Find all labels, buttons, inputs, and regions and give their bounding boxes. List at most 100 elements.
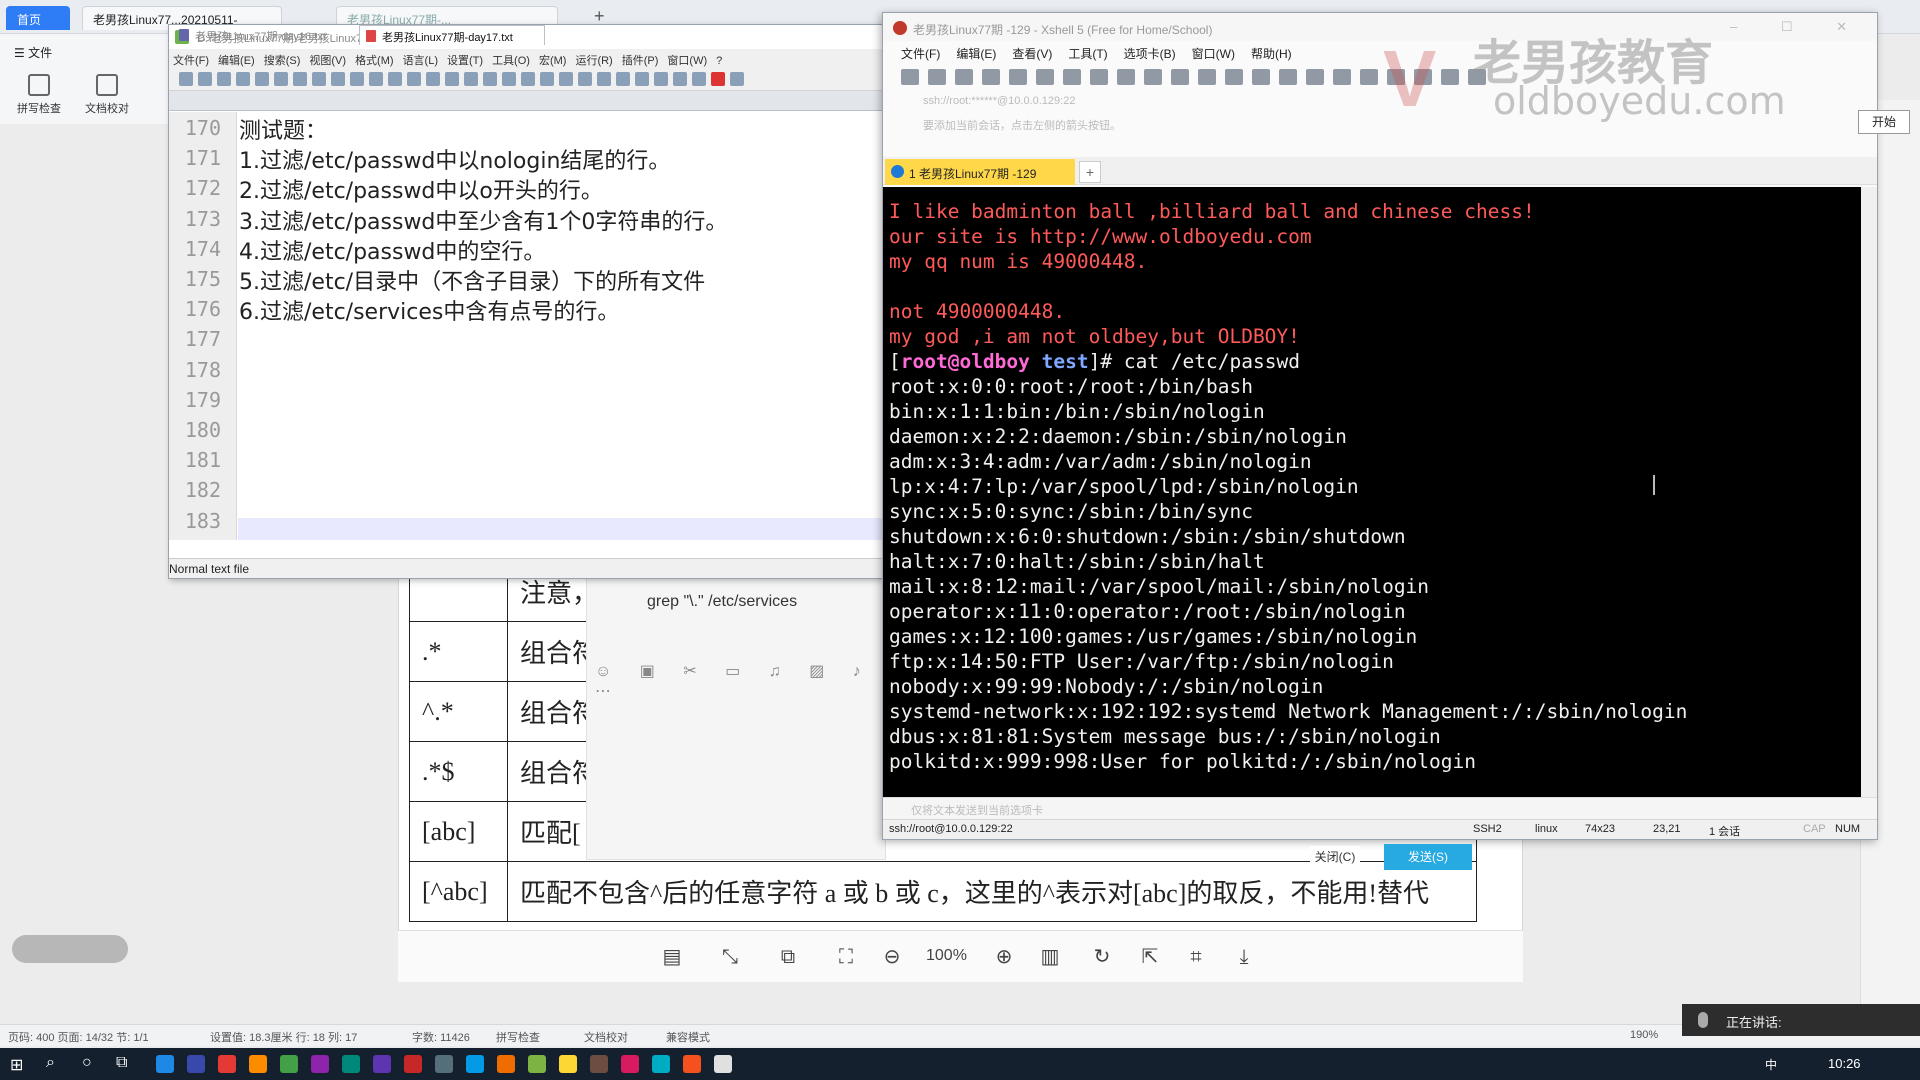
xshell-menu-item[interactable]: 窗口(W) (1192, 47, 1235, 61)
doc-proof-button[interactable]: 文档校对 (78, 74, 136, 116)
floating-toolbar[interactable] (12, 935, 128, 963)
share-icon[interactable]: ⇱ (1136, 943, 1164, 971)
layout-icon[interactable]: ▤ (658, 943, 686, 971)
notepad-tab-day16[interactable]: 老男孩Linux77期-day16.txt (173, 25, 357, 45)
toolbar-icon[interactable] (540, 72, 554, 86)
taskbar-app-icon[interactable] (435, 1055, 453, 1073)
toolbar-icon[interactable] (426, 72, 440, 86)
terminal[interactable]: I like badminton ball ,billiard ball and… (883, 187, 1861, 797)
terminal-scrollbar[interactable] (1861, 187, 1877, 797)
taskbar-app-icon[interactable] (590, 1055, 608, 1073)
toolbar-icon[interactable] (198, 72, 212, 86)
download-icon[interactable]: ⤓ (1230, 943, 1258, 971)
notepad-menu-item[interactable]: 运行(R) (575, 55, 612, 67)
close-button[interactable]: 关闭(C) (1310, 846, 1360, 868)
taskbar-app-icon[interactable] (280, 1055, 298, 1073)
notepad-menu-item[interactable]: 格式(M) (355, 55, 394, 67)
notepad-menu-item[interactable]: 视图(V) (309, 55, 346, 67)
taskbar-app-icon[interactable] (187, 1055, 205, 1073)
session-tab[interactable]: 1 老男孩Linux77期 -129 (885, 159, 1075, 185)
toolbar-icon[interactable] (274, 72, 288, 86)
window-controls[interactable]: – ☐ ✕ (1730, 19, 1867, 35)
taskbar-app-icon[interactable] (373, 1055, 391, 1073)
crop-icon[interactable]: ⌗ (1182, 943, 1210, 971)
toolbar-icon[interactable] (217, 72, 231, 86)
xshell-menu-item[interactable]: 查看(V) (1012, 47, 1052, 61)
xshell-toolbar-icon[interactable] (1306, 69, 1324, 85)
original-size-icon[interactable]: ⧉ (774, 943, 802, 971)
taskbar-app-icon[interactable] (218, 1055, 236, 1073)
notepad-tab-day17[interactable]: 老男孩Linux77期-day17.txt (359, 25, 545, 45)
new-session-tab-button[interactable]: + (1079, 161, 1101, 183)
notepad-menu-item[interactable]: 编辑(E) (218, 55, 255, 67)
taskbar-app-icon[interactable] (404, 1055, 422, 1073)
xshell-toolbar-icon[interactable] (928, 69, 946, 85)
xshell-toolbar-icon[interactable] (1441, 69, 1459, 85)
xshell-toolbar-icon[interactable] (1279, 69, 1297, 85)
toolbar-icon[interactable] (654, 72, 668, 86)
taskbar-app-icon[interactable] (311, 1055, 329, 1073)
xshell-toolbar-icon[interactable] (1468, 69, 1486, 85)
xshell-toolbar-icon[interactable] (1225, 69, 1243, 85)
xshell-toolbar-icon[interactable] (1117, 69, 1135, 85)
toolbar-icon[interactable] (730, 72, 744, 86)
notepad-menu-item[interactable]: 设置(T) (447, 55, 483, 67)
toolbar-icon[interactable] (692, 72, 706, 86)
address-bar[interactable]: ssh://root:******@10.0.0.129:22 (883, 91, 1877, 113)
xshell-toolbar-icon[interactable] (1036, 69, 1054, 85)
toolbar-icon[interactable] (407, 72, 421, 86)
taskbar-app-icon[interactable] (714, 1055, 732, 1073)
xshell-toolbar-icon[interactable] (1387, 69, 1405, 85)
taskbar-app-icon[interactable] (621, 1055, 639, 1073)
xshell-toolbar-icon[interactable] (1414, 69, 1432, 85)
search-icon[interactable]: ⌕ (46, 1054, 55, 1072)
notepad-menu-item[interactable]: 插件(P) (622, 55, 659, 67)
xshell-menu-item[interactable]: 工具(T) (1068, 47, 1107, 61)
taskbar-app-icon[interactable] (652, 1055, 670, 1073)
xshell-toolbar-icon[interactable] (1009, 69, 1027, 85)
toolbar-icon[interactable] (236, 72, 250, 86)
toolbar-icon[interactable] (578, 72, 592, 86)
wps-file-menu[interactable]: ☰ 文件 (14, 44, 52, 61)
status-spell-check[interactable]: 拼写检查 (496, 1029, 540, 1045)
notepad-menu-item[interactable]: 文件(F) (173, 55, 209, 67)
spell-check-button[interactable]: 拼写检查 (10, 74, 68, 116)
rotate-icon[interactable]: ↻ (1088, 943, 1116, 971)
notepad-menu-item[interactable]: 搜索(S) (264, 55, 301, 67)
zoom-in-icon[interactable]: ⊕ (990, 943, 1018, 971)
xshell-toolbar-icon[interactable] (1144, 69, 1162, 85)
toolbar-icon[interactable] (369, 72, 383, 86)
taskbar-app-icon[interactable] (249, 1055, 267, 1073)
wps-home-tab[interactable]: 首页 (6, 6, 70, 30)
toolbar-icon[interactable] (331, 72, 345, 86)
chat-toolbar-icons[interactable]: ☺ ▣ ✂ ▭ ♫ ▨ ♪ ⋯ (595, 661, 885, 701)
toolbar-icon[interactable] (293, 72, 307, 86)
taskbar-app-icon[interactable] (466, 1055, 484, 1073)
xshell-toolbar-icon[interactable] (1198, 69, 1216, 85)
status-doc-proof[interactable]: 文档校对 (584, 1029, 628, 1045)
toolbar-icon[interactable] (483, 72, 497, 86)
xshell-toolbar-icon[interactable] (901, 69, 919, 85)
toolbar-icon[interactable] (388, 72, 402, 86)
toolbar-icon[interactable] (350, 72, 364, 86)
notepad-menu-item[interactable]: 宏(M) (539, 55, 567, 67)
compose-bar[interactable]: 仅将文本发送到当前选项卡 (883, 797, 1877, 819)
taskbar-app-icon[interactable] (156, 1055, 174, 1073)
toolbar-icon[interactable] (445, 72, 459, 86)
notepad-menu-item[interactable]: ? (716, 55, 722, 67)
toolbar-icon[interactable] (597, 72, 611, 86)
toolbar-icon[interactable] (521, 72, 535, 86)
taskbar-app-icon[interactable] (683, 1055, 701, 1073)
taskbar-app-icon[interactable] (342, 1055, 360, 1073)
toolbar-icon[interactable] (464, 72, 478, 86)
send-button[interactable]: 发送(S) (1384, 844, 1472, 870)
xshell-toolbar-icon[interactable] (1090, 69, 1108, 85)
taskbar-app-icon[interactable] (528, 1055, 546, 1073)
xshell-toolbar-icon[interactable] (1063, 69, 1081, 85)
xshell-toolbar-icon[interactable] (1252, 69, 1270, 85)
xshell-toolbar-icon[interactable] (1333, 69, 1351, 85)
taskbar-app-icon[interactable] (559, 1055, 577, 1073)
chat-input-area[interactable]: grep "\." /etc/services ☺ ▣ ✂ ▭ ♫ ▨ ♪ ⋯ (586, 560, 886, 860)
windows-start-icon[interactable]: ⊞ (10, 1055, 23, 1075)
grid-icon[interactable]: ▥ (1036, 943, 1064, 971)
